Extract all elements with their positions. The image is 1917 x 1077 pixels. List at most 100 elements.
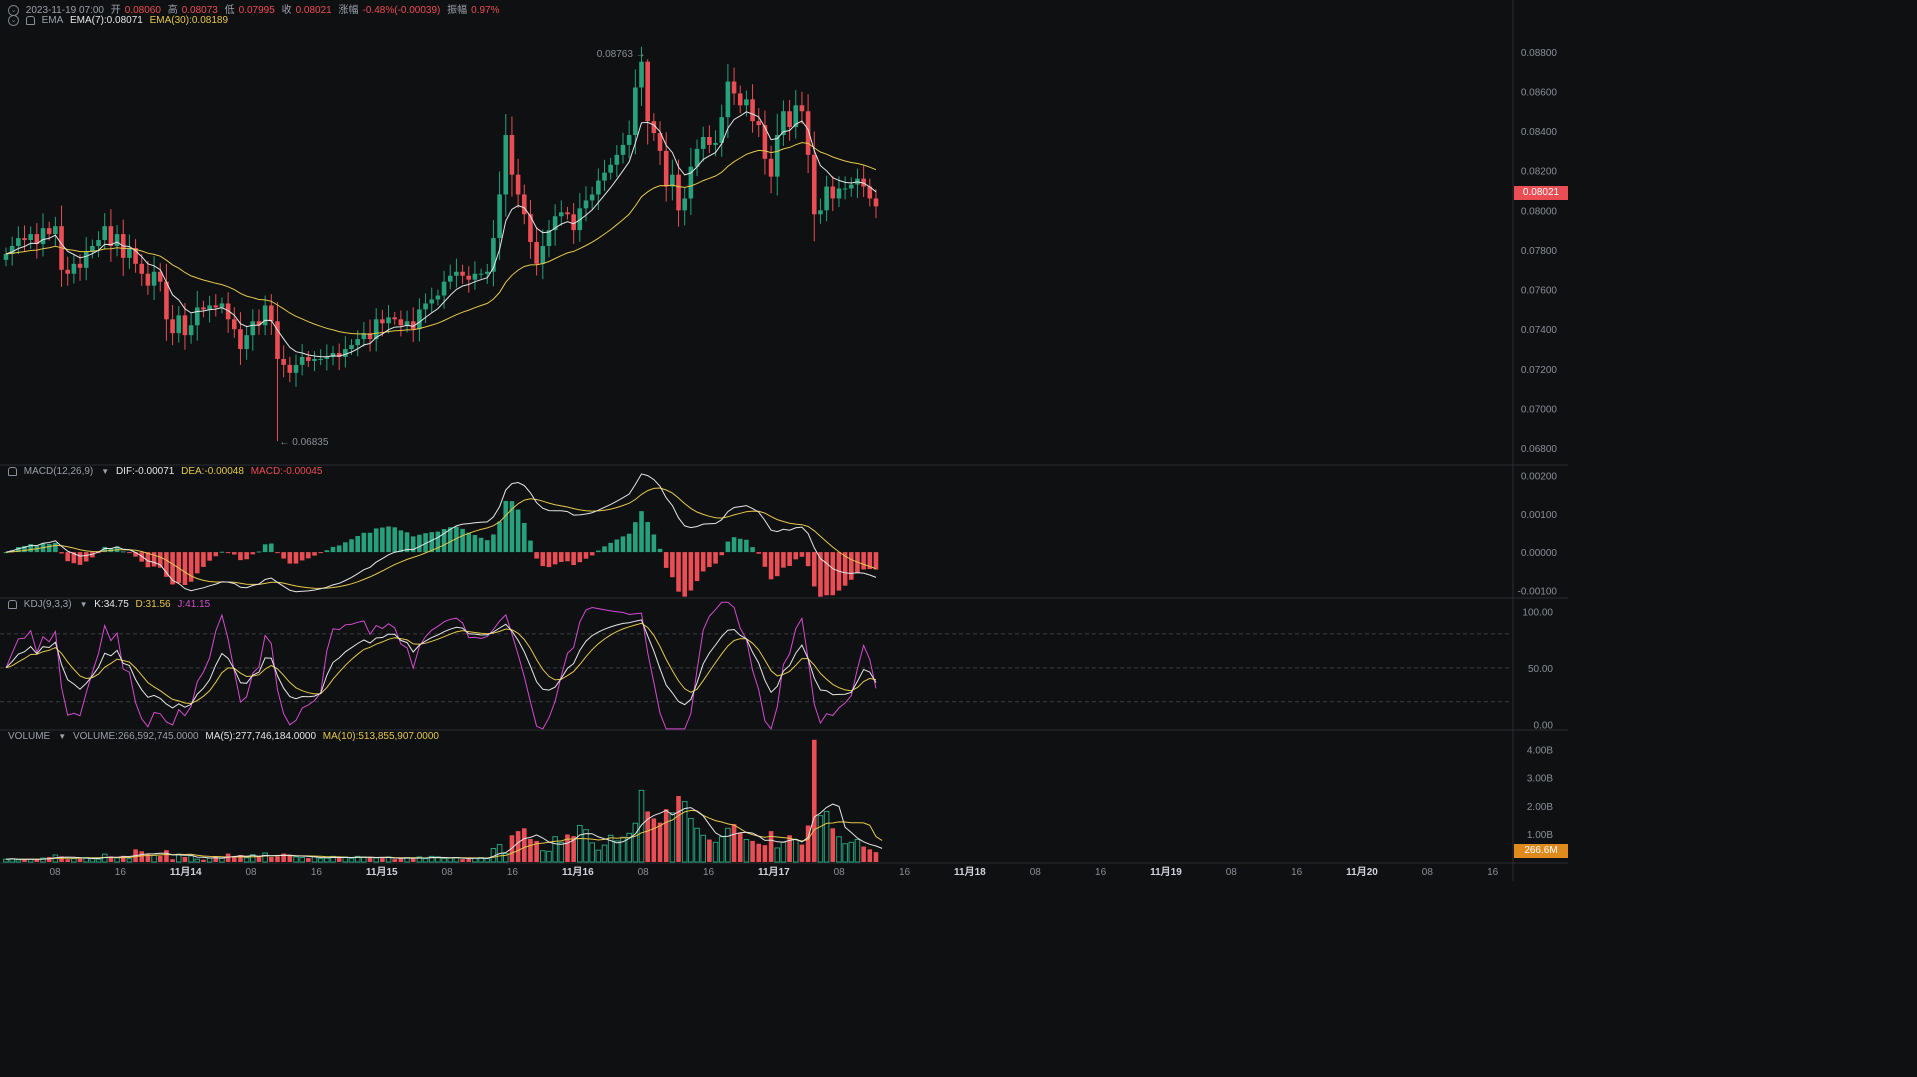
volume-bar [848, 841, 855, 863]
candle-body [108, 226, 114, 246]
macd-bar [466, 532, 472, 553]
macd-bar [127, 552, 132, 554]
macd-bar [306, 552, 311, 559]
macd-bar [120, 551, 126, 553]
macd-bar [330, 546, 336, 553]
volume-bar [731, 824, 737, 862]
candle-body [269, 305, 274, 322]
macd-bar [269, 543, 274, 553]
macd-bar [824, 552, 829, 596]
macd-bar [546, 552, 552, 568]
macd-bar [194, 552, 200, 574]
volume-bar [737, 832, 743, 862]
macd-bar [318, 552, 323, 554]
macd-bar [639, 511, 644, 553]
candle-body [639, 61, 644, 88]
candle-body [830, 186, 836, 199]
volume-bar [638, 789, 645, 863]
candle-body [842, 188, 848, 190]
macd-bar [830, 552, 836, 596]
volume-bar [787, 835, 792, 862]
candle-body [176, 315, 182, 334]
time-axis-label: 08 [49, 867, 61, 878]
candle-body [824, 186, 829, 211]
kdj-axis-label: 0.00 [1534, 720, 1554, 731]
candle-body [151, 271, 157, 286]
candlestick-chart[interactable]: 0.08800 0.08600 0.08400 0.08200 0.08000 0.078… [0, 0, 1568, 881]
volume-bar [589, 842, 595, 863]
volume-bar [521, 828, 527, 862]
candle-body [164, 281, 169, 320]
macd-bar [762, 552, 768, 567]
volume-bar [269, 856, 274, 862]
volume-bar [114, 857, 120, 863]
volume-bar [836, 836, 842, 863]
macd-bar [472, 535, 478, 553]
macd-bar [571, 552, 576, 566]
candle-body [398, 319, 404, 326]
candles-group [3, 46, 879, 442]
candle-body [744, 99, 749, 106]
macd-bar [787, 552, 792, 566]
candle-body [231, 319, 237, 330]
candle-body [484, 271, 490, 274]
volume-bar [231, 856, 237, 862]
macd-bar [725, 541, 731, 553]
candle-body [559, 212, 564, 217]
volume-bar [552, 836, 558, 863]
candle-body [460, 271, 465, 276]
candle-body [848, 184, 854, 189]
time-axis-label: 08 [638, 867, 650, 878]
volume-bar [188, 855, 194, 863]
macd-bar [77, 552, 83, 565]
candle-body [472, 273, 478, 280]
volume-bar [676, 795, 681, 862]
macd-bar [534, 552, 539, 559]
volume-bar [700, 834, 707, 863]
volume-bar [756, 843, 762, 862]
macd-bar [349, 539, 354, 553]
candle-body [281, 358, 286, 365]
volume-bar [607, 834, 614, 863]
volume-bar [718, 836, 725, 863]
macd-bar [781, 552, 786, 568]
volume-bar [262, 852, 268, 863]
candle-body [114, 234, 120, 246]
time-axis-label: 08 [442, 867, 454, 878]
candle-body [53, 226, 58, 235]
macd-bar [417, 534, 422, 553]
volume-axis-label: 4.00B [1527, 746, 1553, 757]
macd-bar [188, 552, 194, 582]
volume-bar [46, 856, 52, 862]
volume-axis-label: 2.00B [1527, 802, 1553, 813]
macd-bar [435, 531, 441, 553]
volume-bar [89, 858, 96, 863]
candle-body [787, 111, 792, 128]
candle-body [731, 81, 737, 94]
candle-body [71, 263, 77, 274]
volume-bar [601, 844, 608, 863]
candle-body [534, 242, 539, 264]
max-price-label: 0.08763 → [597, 49, 646, 60]
macd-bar [497, 521, 502, 553]
macd-bar [645, 522, 650, 553]
volume-bar [657, 822, 663, 862]
date-axis-label: 11月17 [758, 866, 790, 878]
candle-body [77, 263, 83, 268]
volume-bar [528, 838, 533, 862]
candle-body [805, 111, 811, 155]
volume-bar [861, 846, 866, 862]
macd-bar [596, 550, 601, 553]
volume-bar [293, 856, 299, 863]
volume-bar [546, 850, 552, 863]
volume-bar [515, 831, 521, 862]
volume-bar [213, 856, 219, 862]
time-axis-label: 08 [1030, 867, 1042, 878]
price-axis-label: 0.07600 [1521, 286, 1558, 297]
macd-bar [873, 552, 879, 570]
volume-bar [466, 858, 472, 862]
macd-bar [262, 544, 268, 553]
macd-bar [398, 530, 404, 553]
kdj-axis-label: 100.00 [1522, 607, 1553, 618]
volume-bar [663, 809, 669, 862]
